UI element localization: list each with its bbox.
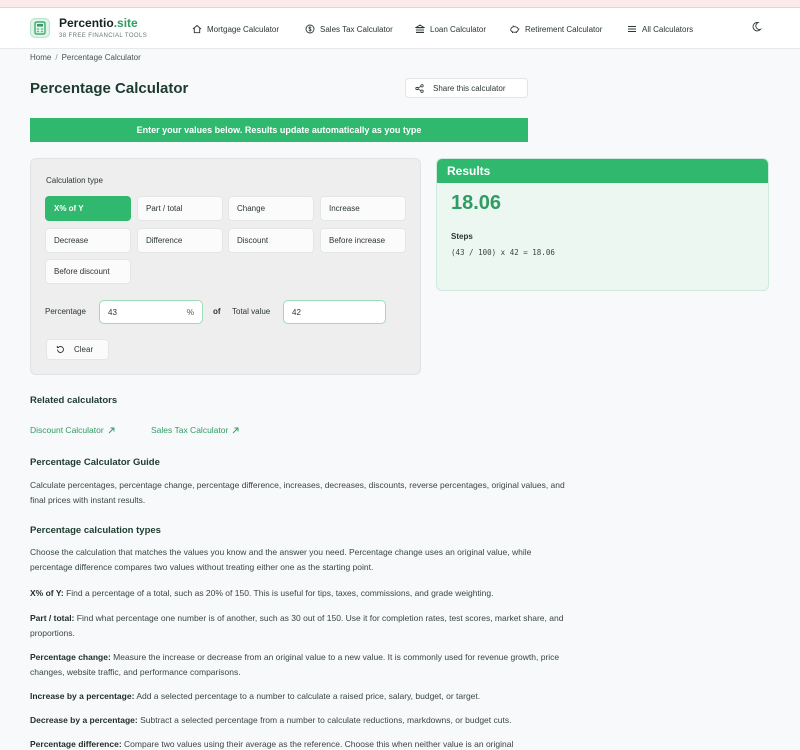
type-difference[interactable]: Difference: [137, 228, 223, 253]
percentage-input[interactable]: 43 %: [99, 300, 203, 324]
type-change[interactable]: Change: [228, 196, 314, 221]
calculation-type-label: Calculation type: [46, 176, 103, 185]
guide-heading: Percentage Calculator Guide: [30, 457, 160, 468]
results-card: Results 18.06 Steps (43 / 100) x 42 = 18…: [436, 158, 769, 291]
breadcrumb: Home / Percentage Calculator: [30, 53, 141, 62]
share-icon: [415, 83, 424, 93]
instruction-banner: Enter your values below. Results update …: [30, 118, 528, 142]
calculation-types-intro: Choose the calculation that matches the …: [30, 547, 532, 572]
site-header: Percentio.site 38 FREE FINANCIAL TOOLS M…: [0, 8, 800, 49]
type-discount[interactable]: Discount: [228, 228, 314, 253]
total-value-input-value: 42: [292, 307, 301, 317]
related-link-sales-tax-calculator[interactable]: Sales Tax Calculator: [151, 425, 239, 435]
reset-icon: [56, 345, 64, 353]
type-description-x-of-y: X% of Y: Find a percentage of a total, s…: [30, 588, 494, 598]
menu-lines-icon: [628, 26, 636, 32]
nav-sales-tax-calculator[interactable]: Sales Tax Calculator: [305, 21, 393, 37]
calculator-logo-icon[interactable]: [30, 18, 50, 38]
steps-formula: (43 / 100) x 42 = 18.06: [451, 248, 555, 257]
piggy-bank-icon: [510, 25, 520, 33]
results-heading: Results: [437, 159, 768, 183]
bank-icon: [415, 24, 425, 33]
share-button[interactable]: Share this calculator: [405, 78, 528, 98]
type-description-percentage-change: Percentage change: Measure the increase …: [30, 652, 560, 677]
page-title: Percentage Calculator: [30, 80, 189, 97]
clear-button[interactable]: Clear: [46, 339, 109, 360]
total-value-label: Total value: [232, 307, 271, 316]
type-before-increase[interactable]: Before increase: [320, 228, 406, 253]
type-part-total[interactable]: Part / total: [137, 196, 223, 221]
breadcrumb-current: Percentage Calculator: [61, 53, 141, 62]
brand-tagline: 38 FREE FINANCIAL TOOLS: [59, 33, 148, 39]
calculation-types-heading: Percentage calculation types: [30, 525, 161, 536]
type-x-percent-of-y[interactable]: X% of Y: [45, 196, 131, 221]
type-description-difference: Percentage difference: Compare two value…: [30, 739, 514, 749]
external-arrow-icon: [233, 427, 239, 433]
percent-unit: %: [186, 308, 194, 317]
type-increase[interactable]: Increase: [320, 196, 406, 221]
related-link-discount-calculator[interactable]: Discount Calculator: [30, 425, 115, 435]
related-calculators-heading: Related calculators: [30, 395, 118, 406]
steps-label: Steps: [451, 232, 473, 241]
of-label: of: [213, 307, 221, 316]
type-description-part-total: Part / total: Find what percentage one n…: [30, 613, 564, 638]
type-decrease[interactable]: Decrease: [45, 228, 131, 253]
nav-loan-calculator[interactable]: Loan Calculator: [415, 21, 486, 37]
type-description-increase: Increase by a percentage: Add a selected…: [30, 691, 481, 701]
nav-retirement-calculator[interactable]: Retirement Calculator: [509, 21, 602, 37]
result-value: 18.06: [451, 192, 502, 214]
external-arrow-icon: [108, 427, 115, 433]
dollar-circle-icon: [305, 24, 315, 34]
brand-name[interactable]: Percentio.site: [59, 16, 138, 30]
total-value-input[interactable]: 42: [283, 300, 386, 324]
nav-mortgage-calculator[interactable]: Mortgage Calculator: [192, 21, 279, 37]
guide-intro: Calculate percentages, percentage change…: [30, 480, 565, 505]
home-icon: [192, 24, 202, 34]
percentage-label: Percentage: [45, 307, 86, 316]
moon-icon[interactable]: [752, 21, 764, 33]
type-before-discount[interactable]: Before discount: [45, 259, 131, 284]
percentage-input-value: 43: [108, 307, 117, 317]
calculator-panel: Calculation type X% of Y Part / total Ch…: [30, 158, 421, 375]
type-description-decrease: Decrease by a percentage: Subtract a sel…: [30, 715, 512, 725]
breadcrumb-home[interactable]: Home: [30, 53, 51, 62]
top-notice-strip: [0, 0, 800, 8]
nav-all-calculators[interactable]: All Calculators: [627, 21, 693, 37]
